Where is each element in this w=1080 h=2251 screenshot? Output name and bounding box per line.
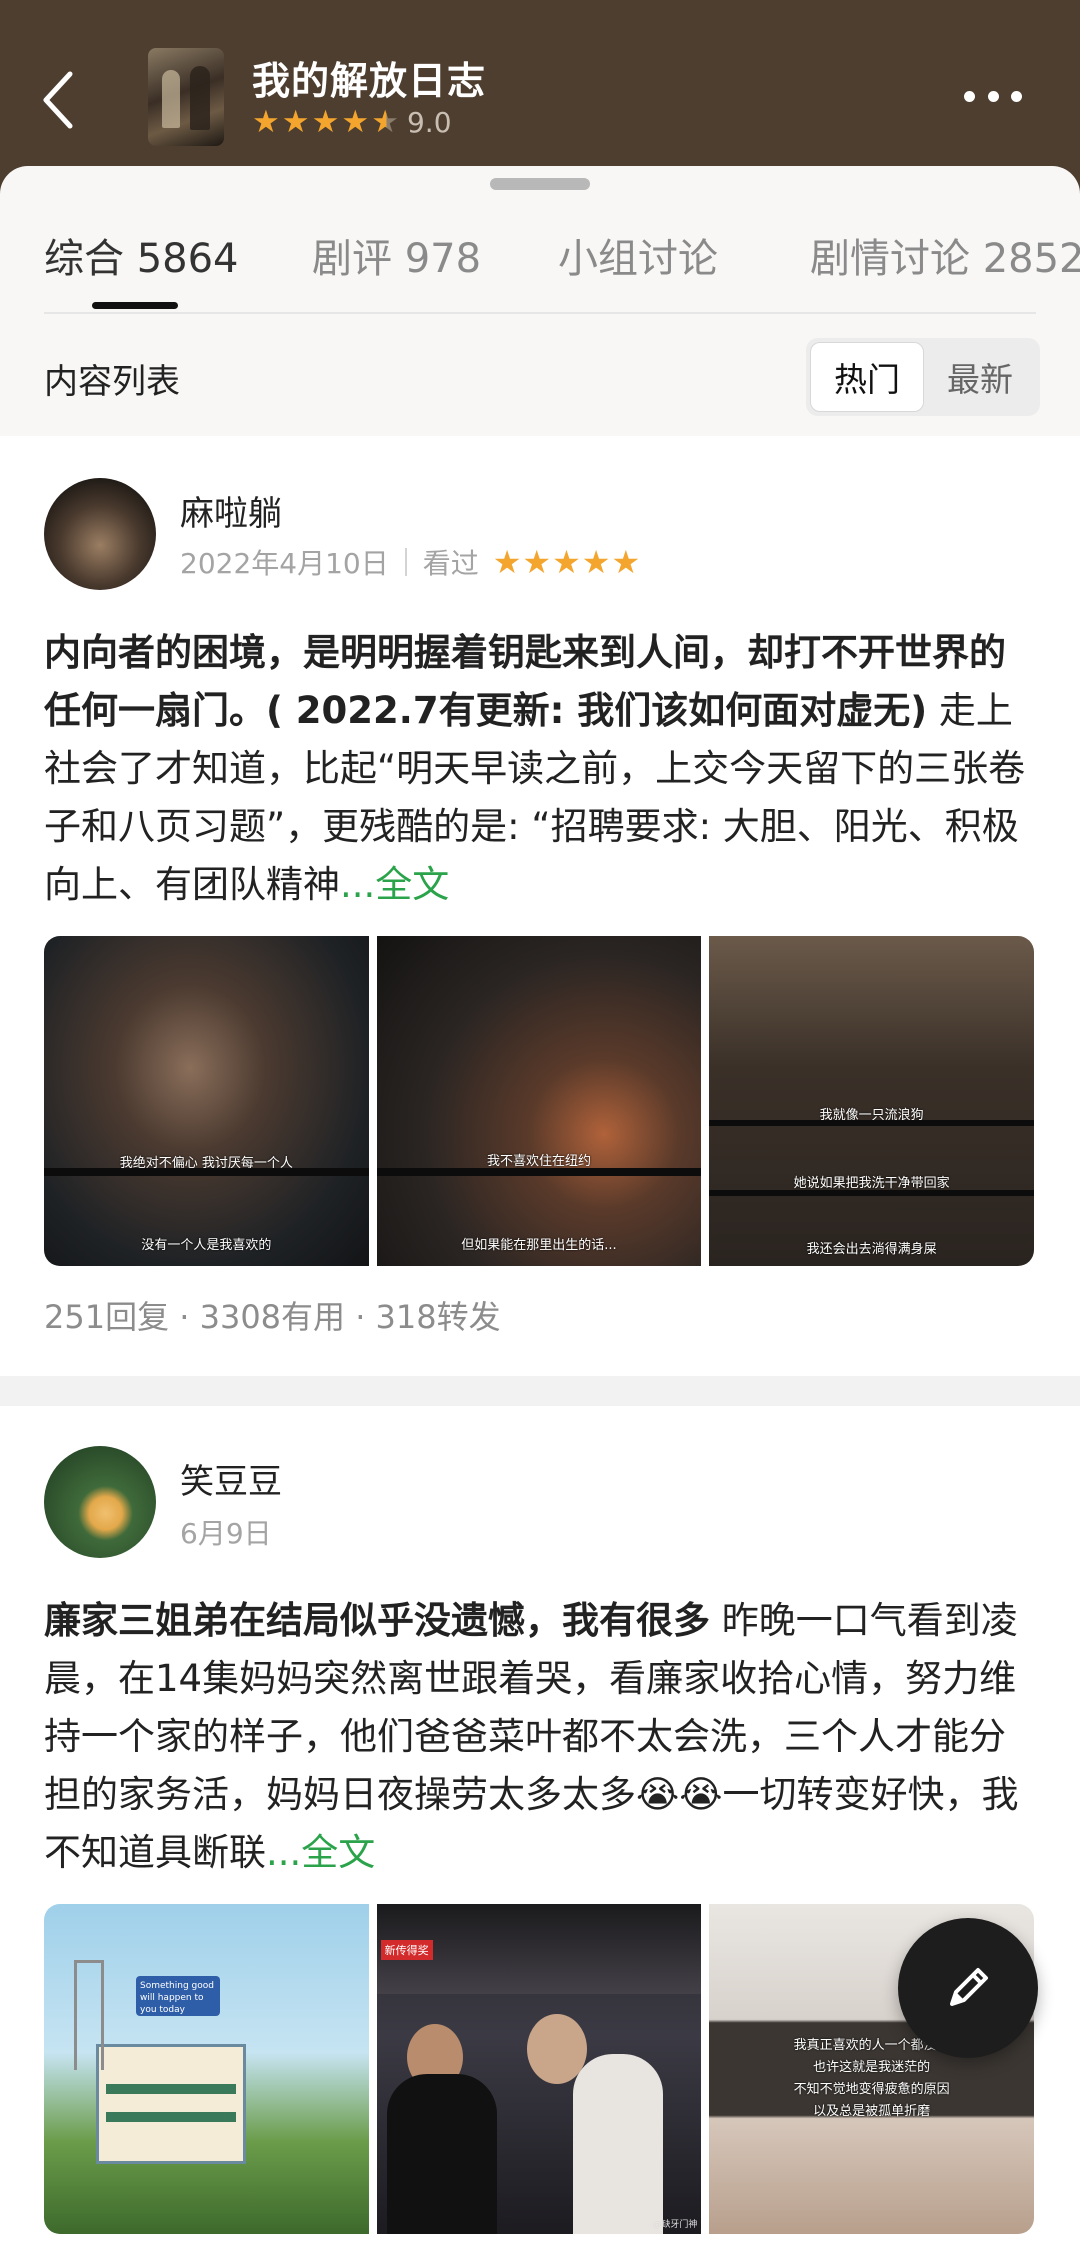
active-tab-indicator [92, 302, 178, 309]
review-meta: 6月9日 [180, 1512, 272, 1552]
review-images: 我绝对不偏心 我讨厌每一个人 没有一个人是我喜欢的 我不喜欢住在纽约 但如果能在… [44, 936, 1034, 1266]
divider [44, 312, 1036, 314]
more-options-button[interactable] [964, 86, 1022, 106]
pencil-icon [950, 1968, 988, 2006]
chevron-left-icon [43, 71, 73, 129]
back-button[interactable] [34, 62, 82, 138]
review-author[interactable]: 麻啦躺 [180, 486, 282, 535]
image-subtitle: 不知不觉地变得疲惫的原因 [793, 2082, 950, 2097]
avatar[interactable] [44, 478, 156, 590]
review-images: Something good will happen to you today … [44, 1904, 1034, 2234]
review-image[interactable]: 我绝对不偏心 我讨厌每一个人 没有一个人是我喜欢的 [44, 936, 369, 1266]
star-icon: ★ [281, 104, 310, 140]
show-title[interactable]: 我的解放日志 [252, 50, 486, 105]
show-poster[interactable] [148, 48, 224, 146]
star-icon: ★ [311, 104, 340, 140]
image-tag: 新传得奖 [380, 1940, 433, 1960]
image-subtitle: 以及总是被孤单折磨 [813, 2104, 931, 2119]
image-subtitle: 她说如果把我洗干净带回家 [793, 1176, 950, 1191]
review-title: 廉家三姐弟在结局似乎没遗憾，我有很多 [44, 1599, 710, 1642]
star-icon: ★ [341, 104, 370, 140]
image-subtitle: 没有一个人是我喜欢的 [141, 1238, 272, 1253]
review-body[interactable]: 廉家三姐弟在结局似乎没遗憾，我有很多 昨晚一口气看到凌晨，在14集妈妈突然离世跟… [44, 1592, 1036, 1882]
avatar[interactable] [44, 1446, 156, 1558]
image-subtitle: 但如果能在那里出生的话... [461, 1238, 617, 1253]
review-image[interactable]: 我就像一只流浪狗 她说如果把我洗干净带回家 我还会出去淌得满身屎 [709, 936, 1034, 1266]
billboard-sign: Something good will happen to you today [136, 1976, 220, 2016]
rating-score: 9.0 [406, 106, 452, 139]
divider [404, 548, 407, 576]
image-subtitle: 我还会出去淌得满身屎 [806, 1242, 937, 1257]
half-star-icon: ★ [371, 104, 399, 140]
review-card[interactable]: 麻啦躺 2022年4月10日 看过 ★★★★★ 内向者的困境，是明明握着钥匙来到… [0, 436, 1080, 1376]
watermark: @缺牙门神 [652, 2220, 698, 2230]
dot-icon [987, 90, 999, 102]
dot-icon [964, 90, 975, 102]
review-card[interactable]: 笑豆豆 6月9日 廉家三姐弟在结局似乎没遗憾，我有很多 昨晚一口气看到凌晨，在1… [0, 1406, 1080, 2251]
review-image[interactable]: Something good will happen to you today [44, 1904, 369, 2234]
review-date: 6月9日 [180, 1517, 272, 1550]
rating-row: ★ ★ ★ ★ ★ 9.0 [252, 106, 452, 139]
review-body[interactable]: 内向者的困境，是明明握着钥匙来到人间，却打不开世界的任何一扇门。( 2022.7… [44, 624, 1036, 914]
sort-toggle: 热门 最新 [806, 338, 1040, 416]
dot-icon [1011, 90, 1022, 102]
content-sheet: 综合 5864 剧评 978 小组讨论 剧情讨论 2852 内容列表 热门 最新 [0, 166, 1080, 436]
drag-handle[interactable] [490, 178, 590, 190]
review-image[interactable]: 新传得奖 @缺牙门神 [376, 1904, 702, 2234]
image-subtitle: 我不喜欢住在纽约 [487, 1154, 592, 1169]
review-image[interactable]: 我不喜欢住在纽约 但如果能在那里出生的话... [376, 936, 702, 1266]
card-separator [0, 1376, 1080, 1406]
review-stars: ★★★★★ [492, 543, 642, 581]
review-stats: 251回复 · 3308有用 · 318转发 [44, 1298, 501, 1336]
sort-newest-button[interactable]: 最新 [924, 342, 1036, 412]
read-more-link[interactable]: ...全文 [340, 863, 449, 906]
content-list-label: 内容列表 [44, 362, 180, 402]
compose-button[interactable] [898, 1918, 1038, 2058]
review-title: 内向者的困境，是明明握着钥匙来到人间，却打不开世界的任何一扇门。( 2022.7… [44, 631, 1006, 732]
star-icon: ★ [252, 104, 280, 140]
sort-hot-button[interactable]: 热门 [810, 342, 924, 412]
tab-reviews[interactable]: 剧评 978 [312, 226, 481, 284]
tab-overall[interactable]: 综合 5864 [44, 226, 239, 284]
tab-plot-discussion[interactable]: 剧情讨论 2852 [810, 226, 1080, 284]
review-author[interactable]: 笑豆豆 [180, 1454, 282, 1503]
read-more-link[interactable]: ...全文 [266, 1831, 375, 1874]
image-subtitle: 也许这就是我迷茫的 [813, 2060, 931, 2075]
tab-bar: 综合 5864 剧评 978 小组讨论 剧情讨论 2852 [0, 226, 1080, 286]
tab-group-discussion[interactable]: 小组讨论 [558, 226, 718, 284]
review-date: 2022年4月10日 [180, 547, 389, 580]
watch-status: 看过 [422, 547, 479, 580]
review-meta: 2022年4月10日 看过 ★★★★★ [180, 542, 641, 582]
